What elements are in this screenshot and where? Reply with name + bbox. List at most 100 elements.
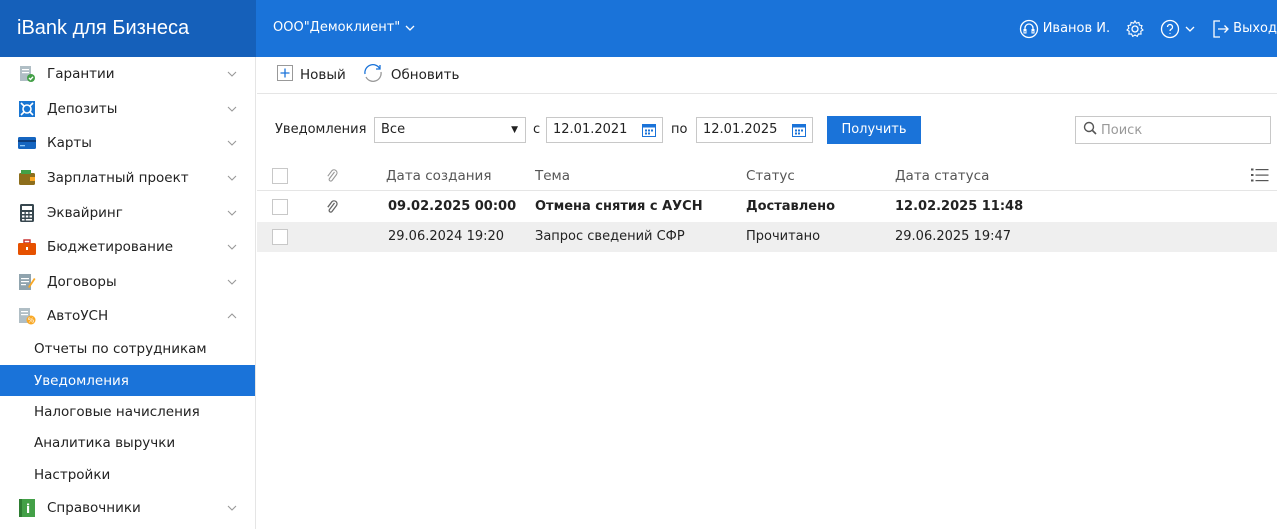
- notification-type-value: Все: [381, 122, 406, 137]
- svg-text:i: i: [26, 502, 30, 516]
- organization-selector[interactable]: ООО"Демоклиент": [273, 20, 415, 35]
- calendar-icon[interactable]: [792, 123, 806, 141]
- sidebar-item-label: Зарплатный проект: [47, 170, 189, 187]
- top-bar: iBank для Бизнеса ООО"Демоклиент" Иванов…: [0, 0, 1277, 57]
- wallet-icon: [18, 169, 36, 187]
- search-box[interactable]: [1075, 116, 1271, 144]
- filter-label: Уведомления: [275, 122, 367, 137]
- column-header-created[interactable]: Дата создания: [386, 168, 491, 184]
- chevron-down-icon: [227, 505, 237, 511]
- chevron-down-icon: [1185, 26, 1195, 32]
- sidebar-subitem-notifications[interactable]: Уведомления: [0, 365, 255, 397]
- card-icon: [18, 134, 36, 152]
- sidebar-subitem-settings[interactable]: Настройки: [0, 459, 255, 490]
- chevron-down-icon: [405, 23, 415, 33]
- sidebar-item-label: Гарантии: [47, 66, 115, 83]
- sidebar-item-autousn[interactable]: % АвтоУСН: [0, 299, 255, 334]
- svg-text:%: %: [28, 317, 35, 325]
- calendar-icon[interactable]: [642, 123, 656, 141]
- table-row[interactable]: 09.02.2025 00:00 Отмена снятия с АУСН До…: [257, 192, 1277, 222]
- sidebar-subitem-tax-accruals[interactable]: Налоговые начисления: [0, 396, 255, 427]
- notification-type-select[interactable]: Все ▼: [374, 117, 526, 143]
- cell-status-date: 29.06.2025 19:47: [895, 229, 1012, 244]
- attachment-icon: [326, 168, 338, 188]
- sidebar-item-budgeting[interactable]: Бюджетирование: [0, 230, 255, 265]
- new-button-label: Новый: [300, 67, 346, 83]
- toolbar: Новый Обновить: [257, 57, 1277, 94]
- sidebar-item-label: Депозиты: [47, 100, 118, 117]
- chevron-up-icon: [227, 313, 237, 319]
- cell-status: Прочитано: [746, 229, 821, 244]
- cell-created: 29.06.2024 19:20: [388, 229, 505, 244]
- sidebar-item-directories[interactable]: i Справочники: [0, 490, 255, 525]
- logout-label: Выход: [1233, 21, 1277, 36]
- gear-icon[interactable]: [1125, 19, 1145, 39]
- sidebar-item-label: АвтоУСН: [47, 308, 109, 325]
- sidebar-item-label: Договоры: [47, 273, 117, 290]
- sidebar-item-cards[interactable]: Карты: [0, 126, 255, 161]
- headset-icon: [1019, 19, 1039, 39]
- attachment-icon: [326, 199, 338, 219]
- sidebar-item-salary[interactable]: Зарплатный проект: [0, 161, 255, 196]
- chevron-down-icon: [227, 244, 237, 251]
- sidebar-item-label: Справочники: [47, 499, 141, 516]
- user-name: Иванов И.: [1042, 21, 1111, 36]
- sidebar-item-guarantees[interactable]: Гарантии: [0, 57, 255, 92]
- cell-subject: Запрос сведений СФР: [535, 229, 685, 244]
- cell-subject: Отмена снятия с АУСН: [535, 199, 703, 214]
- select-all-checkbox[interactable]: [272, 168, 288, 184]
- logout-button[interactable]: Выход: [1212, 19, 1277, 39]
- search-icon: [1083, 121, 1097, 139]
- sidebar-item-label: Эквайринг: [47, 204, 123, 221]
- help-icon[interactable]: [1160, 19, 1195, 39]
- calculator-icon: [18, 203, 36, 222]
- cell-created: 09.02.2025 00:00: [388, 199, 517, 214]
- chevron-down-icon: [227, 141, 237, 147]
- date-to-value: 12.01.2025: [703, 122, 778, 137]
- dropdown-arrow-icon: ▼: [511, 125, 518, 135]
- chevron-down-icon: [227, 210, 237, 216]
- refresh-button[interactable]: Обновить: [362, 62, 459, 88]
- user-menu[interactable]: Иванов И.: [1019, 19, 1110, 39]
- sidebar-item-deposits[interactable]: Депозиты: [0, 92, 255, 127]
- contract-icon: [18, 273, 36, 291]
- chevron-down-icon: [227, 71, 237, 78]
- column-settings-icon[interactable]: [1251, 167, 1269, 187]
- tax-icon: %: [18, 307, 36, 325]
- filter-bar: Уведомления Все ▼ с 12.01.2021 по 12.01.…: [257, 115, 1277, 144]
- cell-status: Доставлено: [746, 199, 836, 214]
- chevron-down-icon: [227, 175, 237, 181]
- column-header-status[interactable]: Статус: [746, 168, 795, 184]
- table-row[interactable]: 29.06.2024 19:20 Запрос сведений СФР Про…: [257, 222, 1277, 252]
- column-header-subject[interactable]: Тема: [535, 168, 570, 184]
- table-header: Дата создания Тема Статус Дата статуса: [257, 161, 1277, 191]
- sidebar-subitem-revenue-analytics[interactable]: Аналитика выручки: [0, 428, 255, 459]
- date-from-value: 12.01.2021: [553, 122, 628, 137]
- logout-icon: [1212, 19, 1230, 39]
- date-to-field[interactable]: 12.01.2025: [696, 117, 813, 143]
- date-from-field[interactable]: 12.01.2021: [546, 117, 663, 143]
- sidebar-item-label: Карты: [47, 135, 92, 152]
- sidebar-subitem-employee-reports[interactable]: Отчеты по сотрудникам: [0, 334, 255, 365]
- sidebar-item-acquiring[interactable]: Эквайринг: [0, 195, 255, 230]
- directory-icon: i: [18, 498, 36, 517]
- from-label: с: [533, 122, 541, 137]
- deposit-icon: [18, 100, 36, 118]
- row-checkbox[interactable]: [272, 229, 288, 245]
- row-checkbox[interactable]: [272, 199, 288, 215]
- column-header-status-date[interactable]: Дата статуса: [895, 168, 989, 184]
- main-content: Новый Обновить Уведомления Все ▼ с 12.01…: [257, 57, 1277, 529]
- organization-name: ООО"Демоклиент": [273, 20, 401, 35]
- refresh-icon: [362, 62, 384, 88]
- plus-icon: [277, 65, 293, 85]
- guarantee-icon: [18, 65, 36, 83]
- briefcase-icon: [18, 238, 36, 256]
- app-brand[interactable]: iBank для Бизнеса: [0, 0, 256, 57]
- get-button[interactable]: Получить: [827, 116, 921, 144]
- search-input[interactable]: [1101, 122, 1261, 138]
- chevron-down-icon: [227, 279, 237, 285]
- chevron-down-icon: [227, 106, 237, 112]
- cell-status-date: 12.02.2025 11:48: [895, 199, 1024, 214]
- sidebar-item-contracts[interactable]: Договоры: [0, 265, 255, 300]
- new-button[interactable]: Новый: [277, 65, 346, 85]
